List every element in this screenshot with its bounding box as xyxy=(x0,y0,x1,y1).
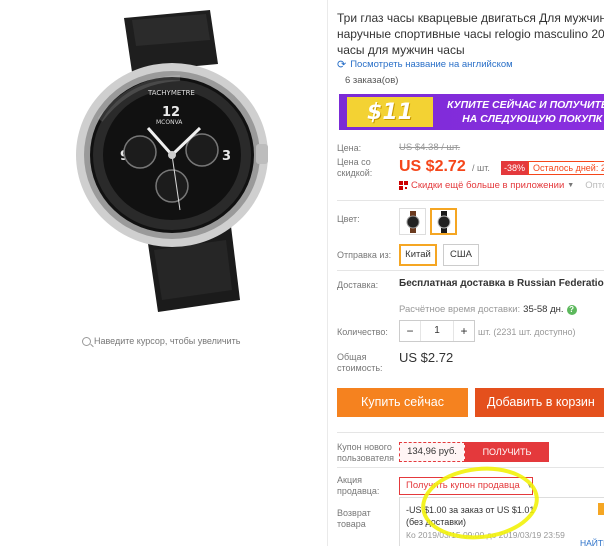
seller-coupon-amount: -US $1.00 за заказ от US $1.01 xyxy=(406,505,535,515)
total-label-line: стоимость: xyxy=(337,363,383,373)
section-divider xyxy=(337,200,604,201)
magnifier-icon xyxy=(82,336,91,346)
product-title-line: наручные спортивные часы relogio masculi… xyxy=(337,27,604,41)
seller-coupon-get-button[interactable] xyxy=(598,503,604,515)
promo-text: КУПИТЕ СЕЙЧАС И ПОЛУЧИТЕ К НА СЛЕДУЮЩУЮ … xyxy=(447,98,604,126)
get-coupon-button[interactable]: ПОЛУЧИТЬ xyxy=(465,442,549,462)
delivery-estimate-days: 35-58 дн. xyxy=(523,304,564,315)
days-left-badge: Осталось дней: 2 xyxy=(528,161,604,175)
product-details: Три глаз часы кварцевые двигаться Для му… xyxy=(337,0,604,546)
watch-illustration: TACHYMETRE 12 3 9 MCONVA xyxy=(76,10,268,312)
find-favorites-link[interactable]: НАЙТИ ИЗБЕ xyxy=(580,538,604,546)
product-title-line: часы для мужчин часы xyxy=(337,43,465,57)
svg-text:12: 12 xyxy=(162,105,180,120)
watch-brand: MCONVA xyxy=(156,119,183,126)
quantity-input[interactable]: 1 xyxy=(420,321,454,341)
return-label-line: Возврат xyxy=(337,508,371,518)
wholesale-link[interactable]: Опто xyxy=(585,180,604,191)
color-options xyxy=(399,208,457,235)
orders-count: 6 заказа(ов) xyxy=(345,75,399,86)
new-user-coupon: 134,96 руб. ПОЛУЧИТЬ xyxy=(399,442,549,462)
chevron-down-icon: ▼ xyxy=(567,182,575,189)
delivery-text: Бесплатная доставка в Russian Federation… xyxy=(399,278,604,289)
seller-coupon-dropdown[interactable]: Получить купон продавца ▼ xyxy=(399,477,533,495)
return-label-line: товара xyxy=(337,519,366,529)
app-discount-link[interactable]: Скидки ещё больше в приложении ▼ Опто xyxy=(399,180,604,191)
svg-text:3: 3 xyxy=(222,149,231,164)
price-unit: / шт. xyxy=(472,163,490,173)
section-divider xyxy=(337,467,604,468)
product-gallery: TACHYMETRE 12 3 9 MCONVA Наведите курсор… xyxy=(0,0,327,546)
watch-thumbnail-icon xyxy=(437,210,450,233)
translate-link-text[interactable]: Посмотреть название на английском xyxy=(350,59,512,70)
section-divider xyxy=(337,270,604,271)
new-user-coupon-label: Купон нового пользователя xyxy=(337,442,394,464)
new-user-coupon-label-line: пользователя xyxy=(337,453,394,463)
translate-link[interactable]: ⟳ Посмотреть название на английском xyxy=(337,58,513,71)
quantity-decrease-button[interactable]: − xyxy=(400,324,420,338)
color-swatch-brown[interactable] xyxy=(399,208,426,235)
product-title-line: Три глаз часы кварцевые двигаться Для му… xyxy=(337,11,604,25)
new-user-coupon-value: 134,96 руб. xyxy=(399,442,465,462)
promo-amount: $11 xyxy=(347,97,433,127)
return-label: Возврат товара xyxy=(337,508,371,530)
color-swatch-black[interactable] xyxy=(430,208,457,235)
ship-from-china[interactable]: Китай xyxy=(399,244,437,266)
quantity-increase-button[interactable]: + xyxy=(454,324,474,338)
delivery-estimate: Расчётное время доставки: 35-58 дн. ? xyxy=(399,304,577,315)
question-icon[interactable]: ? xyxy=(566,304,577,315)
app-discount-text[interactable]: Скидки ещё больше в приложении xyxy=(411,180,564,191)
new-user-coupon-label-line: Купон нового xyxy=(337,442,392,452)
quantity-label: Количество: xyxy=(337,327,388,337)
chevron-down-icon: ▼ xyxy=(526,483,534,490)
total-label: Общая стоимость: xyxy=(337,352,383,374)
add-to-cart-button[interactable]: Добавить в корзин xyxy=(475,388,604,417)
zoom-hint-text: Наведите курсор, чтобы увеличить xyxy=(94,336,241,346)
ship-from-label: Отправка из: xyxy=(337,250,392,260)
buy-now-button[interactable]: Купить сейчас xyxy=(337,388,468,417)
seller-coupon-dropdown-label: Получить купон продавца xyxy=(406,480,520,491)
column-divider xyxy=(327,0,328,546)
seller-coupon-condition: (без доставки) xyxy=(406,517,467,527)
color-label: Цвет: xyxy=(337,214,360,224)
delivery-label: Доставка: xyxy=(337,280,379,290)
delivery-estimate-label: Расчётное время доставки: xyxy=(399,304,521,315)
price-label: Цена: xyxy=(337,143,362,153)
qr-code-icon xyxy=(399,181,408,190)
quantity-stepper: − 1 + xyxy=(399,320,475,342)
watch-ring-text: TACHYMETRE xyxy=(147,89,195,97)
promo-text-line: КУПИТЕ СЕЙЧАС И ПОЛУЧИТЕ К xyxy=(447,99,604,111)
quantity-available: шт. (2231 шт. доступно) xyxy=(478,327,576,337)
translate-icon: ⟳ xyxy=(337,59,347,71)
seller-promo-label-line: Акция xyxy=(337,475,362,485)
seller-promo-label-line: продавца: xyxy=(337,486,380,496)
product-image[interactable]: TACHYMETRE 12 3 9 MCONVA xyxy=(60,0,286,325)
delivery-info: Бесплатная доставка в Russian Federation… xyxy=(399,278,604,289)
total-price: US $2.72 xyxy=(399,350,454,365)
seller-promo-label: Акция продавца: xyxy=(337,475,379,497)
discount-badge: -38% xyxy=(501,161,529,175)
seller-coupon-dates: Ко 2019/03/15 09:00 до 2019/03/19 23:59 xyxy=(406,530,565,540)
promo-text-line: НА СЛЕДУЮЩУЮ ПОКУПК xyxy=(462,113,603,125)
promo-banner[interactable]: $11 КУПИТЕ СЕЙЧАС И ПОЛУЧИТЕ К НА СЛЕДУЮ… xyxy=(339,94,604,130)
section-divider xyxy=(337,432,604,433)
watch-thumbnail-icon xyxy=(406,210,419,233)
seller-coupon-panel: -US $1.00 за заказ от US $1.01 (без дост… xyxy=(399,497,604,546)
discount-price-label-line: скидкой: xyxy=(337,168,373,178)
discount-price-label: Цена со скидкой: xyxy=(337,157,372,179)
zoom-hint: Наведите курсор, чтобы увеличить xyxy=(82,336,240,346)
product-title: Три глаз часы кварцевые двигаться Для му… xyxy=(337,10,604,58)
old-price: US $4.38 / шт. xyxy=(399,142,461,153)
total-label-line: Общая xyxy=(337,352,367,362)
ship-from-usa[interactable]: США xyxy=(443,244,479,266)
current-price: US $2.72 xyxy=(399,158,466,175)
discount-price-label-line: Цена со xyxy=(337,157,371,167)
